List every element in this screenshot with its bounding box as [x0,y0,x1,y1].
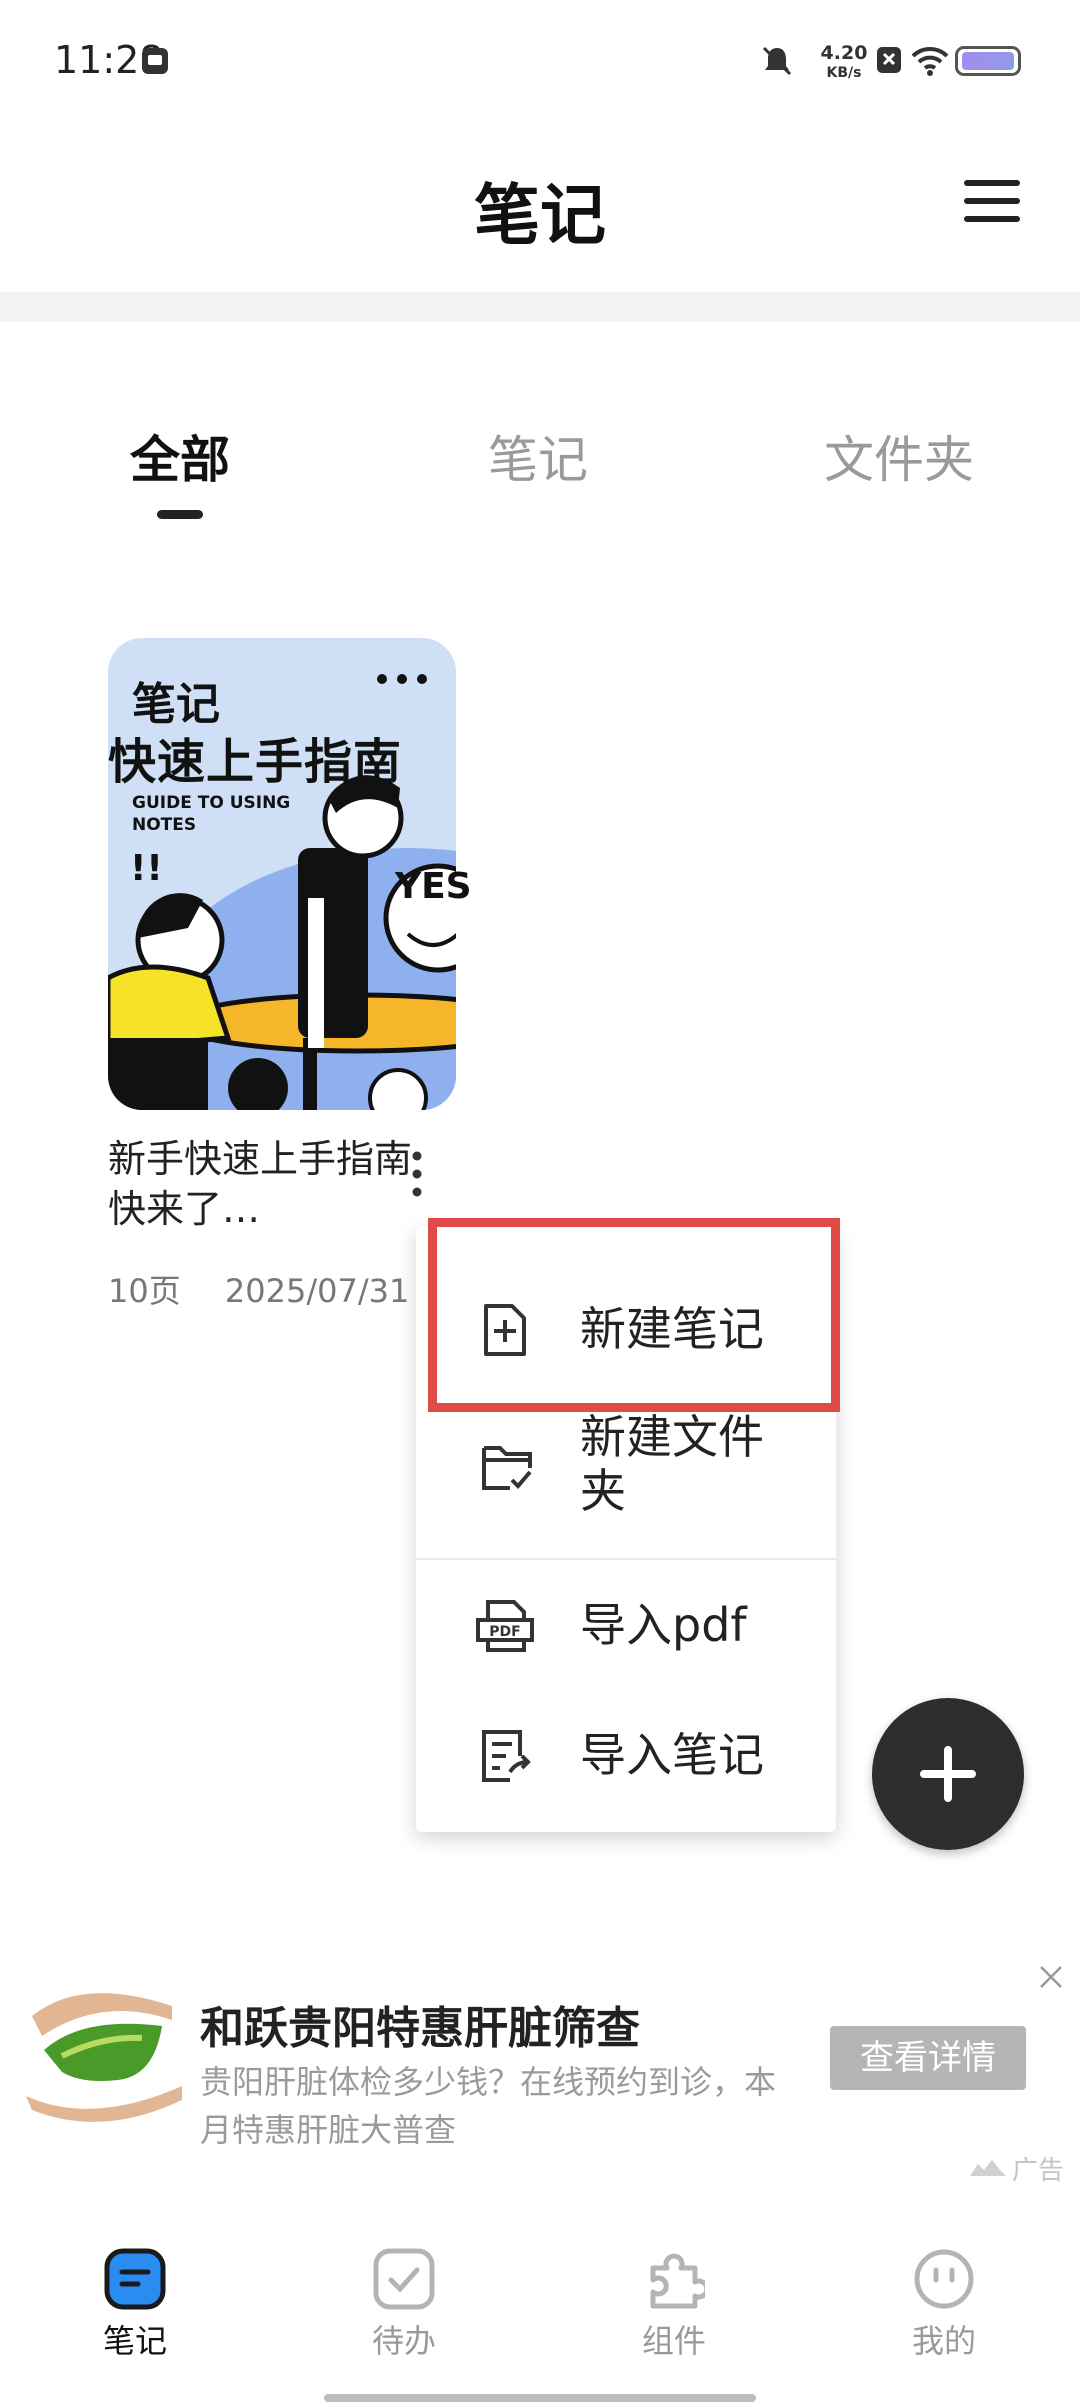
nav-item-profile[interactable]: 我的 [874,2248,1014,2362]
tab-indicator [157,510,203,519]
nav-label-profile: 我的 [911,2322,976,2360]
net-speed-value: 4.20 [820,42,868,64]
ad-label: 广告 [1012,2156,1065,2186]
ad-close-icon[interactable] [1038,1964,1064,1990]
menu-label-new-folder: 新建文件夹 [580,1410,764,1518]
header-divider [0,292,1080,322]
profile-icon [914,2249,974,2309]
tab-all[interactable]: 全部 [130,420,230,492]
ad-details-button[interactable]: 查看详情 [830,2026,1026,2090]
cover-exclaim: !! [130,848,163,889]
cover-title-line2: 快速上手指南 [108,734,403,790]
ad-source-icon [970,2160,1006,2176]
ad-title[interactable]: 和跃贵阳特惠肝脏筛查 [200,1992,640,2056]
menu-icon[interactable] [962,178,1022,224]
todo-icon [373,2248,435,2310]
menu-label-import-note: 导入笔记 [580,1728,764,1782]
page-title: 笔记 [474,177,606,254]
nav-item-todo[interactable]: 待办 [334,2248,474,2362]
add-button[interactable] [872,1698,1024,1850]
cover-subtitle: GUIDE TO USING NOTES [132,793,291,835]
cover-bubble: YES [395,866,472,907]
nav-label-todo: 待办 [371,2322,436,2360]
note-more-icon[interactable] [410,1150,424,1198]
app-notification-icon [142,48,168,74]
ad-liver-image[interactable] [22,1976,192,2136]
nav-label-widgets: 组件 [641,2322,706,2360]
menu-separator [416,1558,836,1560]
note-date: 2025/07/31 [224,1272,410,1310]
tab-notes[interactable]: 笔记 [488,420,588,492]
note-pages: 10页 [108,1272,181,1310]
plus-icon [920,1746,976,1802]
sim-off-icon [877,47,901,73]
network-speed: 4.20 KB/s [820,44,868,82]
menu-item-import-note[interactable]: 导入笔记 [416,1714,836,1814]
ad-text[interactable]: 贵阳肝脏体检多少钱？在线预约到诊，本月特惠肝脏大普查 [200,2058,780,2154]
tab-folders[interactable]: 文件夹 [824,420,974,492]
pdf-icon: PDF [476,1600,534,1652]
note-name[interactable]: 新手快速上手指南快来了… [108,1134,418,1234]
widgets-icon [650,2253,705,2309]
nav-item-notes[interactable]: 笔记 [65,2248,205,2362]
import-note-icon [482,1730,531,1782]
notes-icon [104,2248,166,2310]
highlight-box [428,1218,840,1412]
new-folder-icon [482,1446,532,1490]
menu-item-import-pdf[interactable]: PDF 导入pdf [416,1586,836,1686]
menu-label-import-pdf: 导入pdf [580,1598,747,1652]
svg-text:PDF: PDF [489,1624,520,1640]
wifi-icon [911,46,949,76]
silent-bell-icon [762,46,792,76]
menu-item-new-folder[interactable]: 新建文件夹 [416,1410,836,1538]
nav-label-notes: 笔记 [102,2322,167,2360]
card-more-icon[interactable] [376,672,428,686]
net-speed-unit: KB/s [826,65,862,81]
nav-item-widgets[interactable]: 组件 [604,2248,744,2362]
battery-icon [955,46,1021,76]
home-indicator[interactable] [324,2394,756,2402]
note-meta: 10页 2025/07/31 [108,1266,409,1312]
